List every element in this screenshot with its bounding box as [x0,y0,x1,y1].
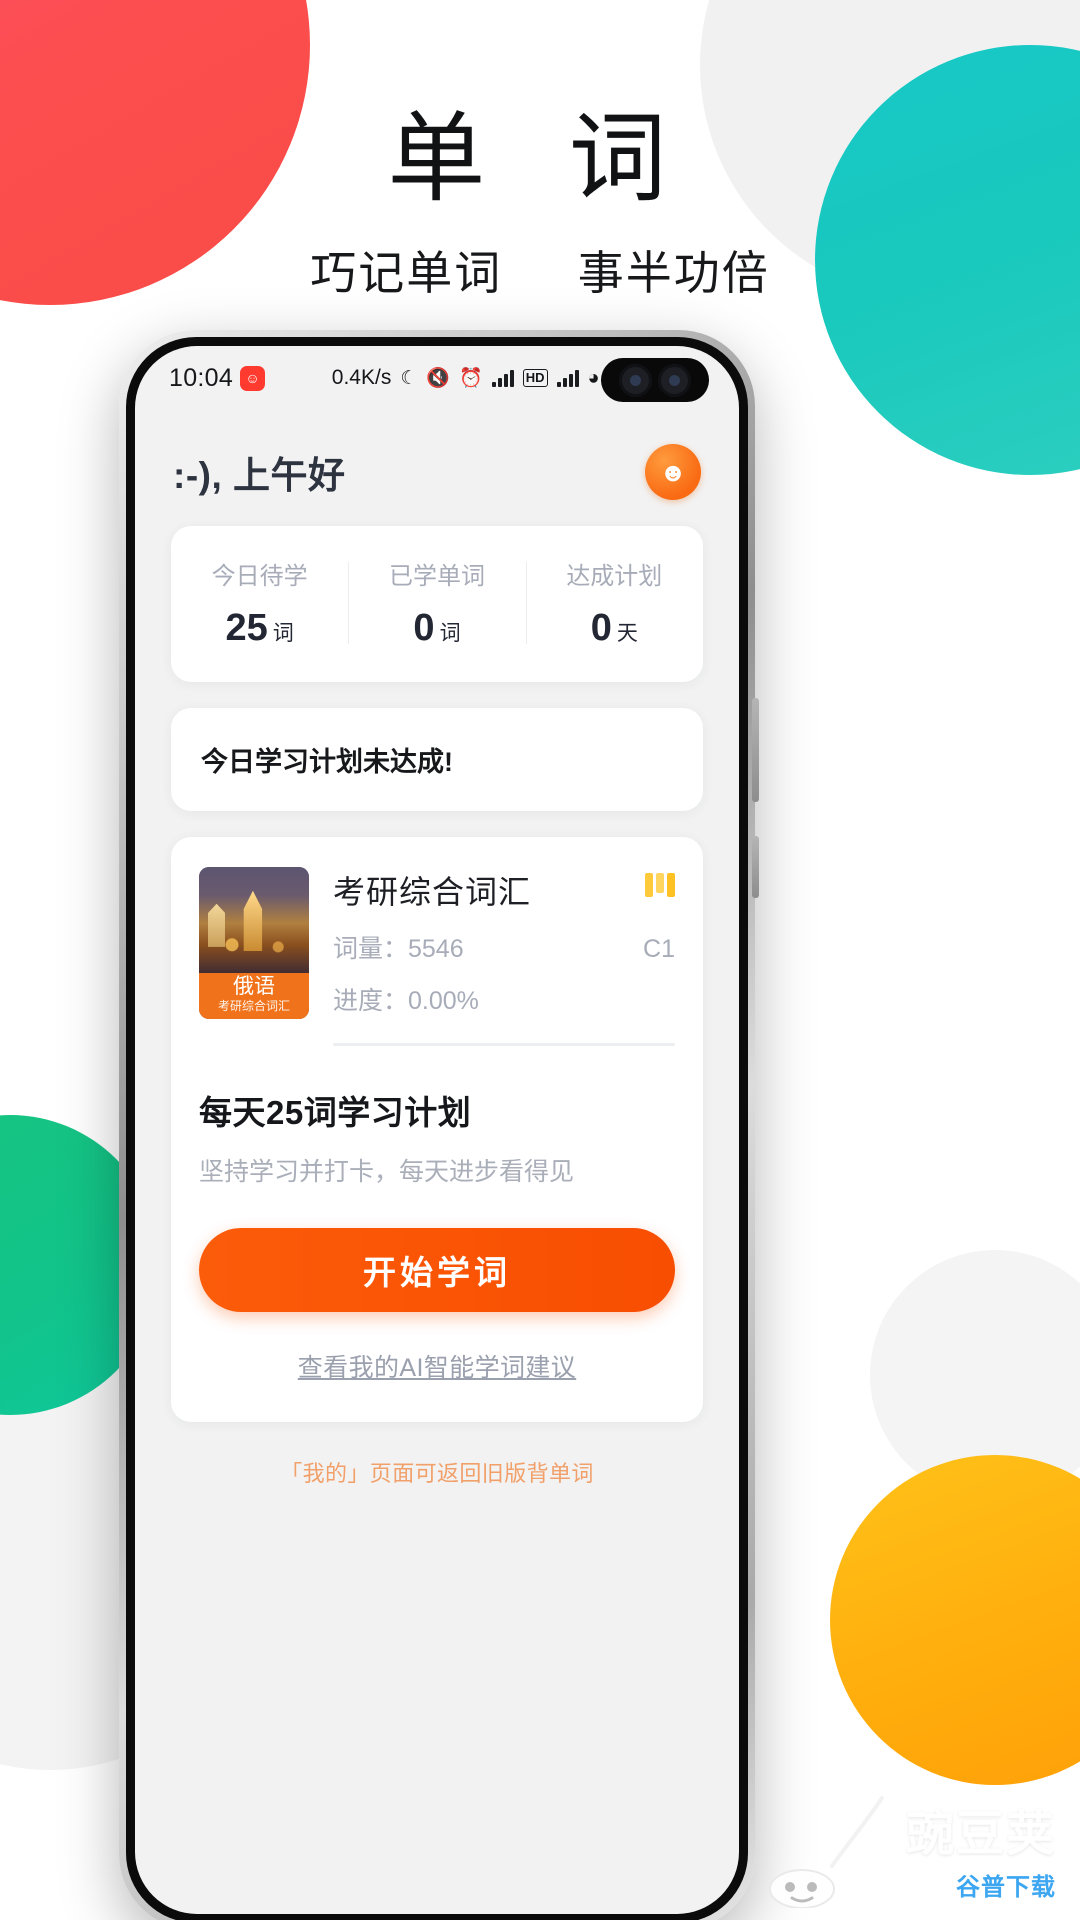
footer-note: 「我的」页面可返回旧版背单词 [280,1461,594,1486]
subtitle-left: 巧记单词 [310,246,503,299]
book-count-line: 词量：5546 C1 [333,929,675,965]
volume-button[interactable] [752,698,759,802]
promo-header: 单 词 巧记单词 事半功倍 [0,0,1080,303]
book-progress-bar [333,1043,675,1046]
subtitle-right: 事半功倍 [577,246,770,299]
stat-unit: 词 [439,622,461,645]
book-level-badge: C1 [643,935,675,963]
watermark: 豌豆荚 谷普下载 [906,1811,1056,1902]
book-progress-line: 进度：0.00% [333,981,675,1017]
phone-screen: 10:04 ☺ 0.4K/s ☾ 🔇 ⏰ HD ◕ 84 [135,346,739,1914]
book-row[interactable]: 俄语 考研综合词汇 考研综合词汇 词量：5546 C1 进度：0.00% [199,867,675,1046]
book-word-count: 词量：5546 [333,935,464,963]
watermark-sub: 谷普下载 [956,1874,1056,1901]
greeting-text: :-), 上午好 [173,455,346,496]
stat-value: 0 [590,607,612,649]
watermark-main: 豌豆荚 [905,1808,1056,1861]
stats-row: 今日待学 25 词 已学单词 0词 达成计划 0 天 [171,526,703,682]
status-bar: 10:04 ☺ 0.4K/s ☾ 🔇 ⏰ HD ◕ 84 [135,346,739,410]
stat-label: 达成计划 [566,563,663,590]
study-plan-card: 俄语 考研综合词汇 考研综合词汇 词量：5546 C1 进度：0.00% 每天2… [171,837,703,1422]
alarm-icon: ⏰ [459,367,483,389]
book-cover-label: 俄语 考研综合词汇 [199,973,309,1019]
stat-unit: 天 [616,622,638,645]
stat-learned-words[interactable]: 已学单词 0词 [348,556,525,650]
greeting-row: :-), 上午好 ☻ [135,410,739,526]
wifi-icon: ◕ [587,366,600,389]
notice-text: 今日学习计划未达成! [201,747,453,777]
book-progress-text: 进度：0.00% [333,987,479,1015]
stat-label: 已学单词 [388,563,485,590]
stat-value-wrap: 0天 [526,607,703,650]
network-speed: 0.4K/s [331,366,392,389]
book-cover-language: 俄语 [233,975,275,998]
start-learning-button[interactable]: 开始学词 [199,1228,675,1312]
signal-icon [491,369,514,387]
book-title-row: 考研综合词汇 [333,867,675,913]
phone-mockup: 10:04 ☺ 0.4K/s ☾ 🔇 ⏰ HD ◕ 84 [119,330,759,1920]
stat-value-wrap: 25 词 [171,607,348,650]
stat-value: 25 [225,607,268,649]
book-meta: 考研综合词汇 词量：5546 C1 进度：0.00% [333,867,675,1046]
orange-circle-bottom-right [830,1455,1080,1785]
ai-advice-link[interactable]: 查看我的AI智能学词建议 [199,1348,675,1384]
stat-today-todo[interactable]: 今日待学 25 词 [171,556,348,650]
book-title: 考研综合词汇 [333,874,532,910]
plan-title: 每天25词学习计划 [199,1094,472,1131]
phone-bezel: 10:04 ☺ 0.4K/s ☾ 🔇 ⏰ HD ◕ 84 [126,337,748,1920]
hd-icon: HD [522,368,548,388]
stat-plan-achieved[interactable]: 达成计划 0天 [525,556,703,650]
page-subtitle: 巧记单词 事半功倍 [0,237,1080,303]
plan-subtitle: 坚持学习并打卡，每天进步看得见 [199,1158,575,1186]
camera-lens-icon [619,363,652,397]
power-button[interactable] [752,836,759,898]
notification-badge-icon: ☺ [240,365,266,391]
stat-unit: 词 [272,622,294,645]
app-content: :-), 上午好 ☻ 今日待学 25 词 已学单词 0 词 达成计划 0 天 今… [135,410,739,1488]
stat-value: 0 [413,607,435,649]
stat-label: 今日待学 [211,563,308,590]
page-title: 单 词 [387,102,693,216]
stats-card: 今日待学 25 词 已学单词 0词 达成计划 0 天 [171,526,703,682]
watermark-logo-icon [769,1788,890,1908]
moon-icon: ☾ [400,367,418,389]
signal2-icon [556,369,579,387]
mute-icon: 🔇 [426,367,451,389]
notice-card[interactable]: 今日学习计划未达成! [171,708,703,811]
book-stack-icon [645,873,675,897]
avatar[interactable]: ☻ [645,444,701,500]
book-cover: 俄语 考研综合词汇 [199,867,309,1019]
status-time: 10:04 [169,363,234,392]
stat-value-wrap: 0词 [348,607,525,650]
camera-cutout [601,358,709,402]
book-cover-photo [199,867,309,975]
camera-lens-secondary-icon [658,363,691,397]
book-cover-caption: 考研综合词汇 [217,999,290,1013]
